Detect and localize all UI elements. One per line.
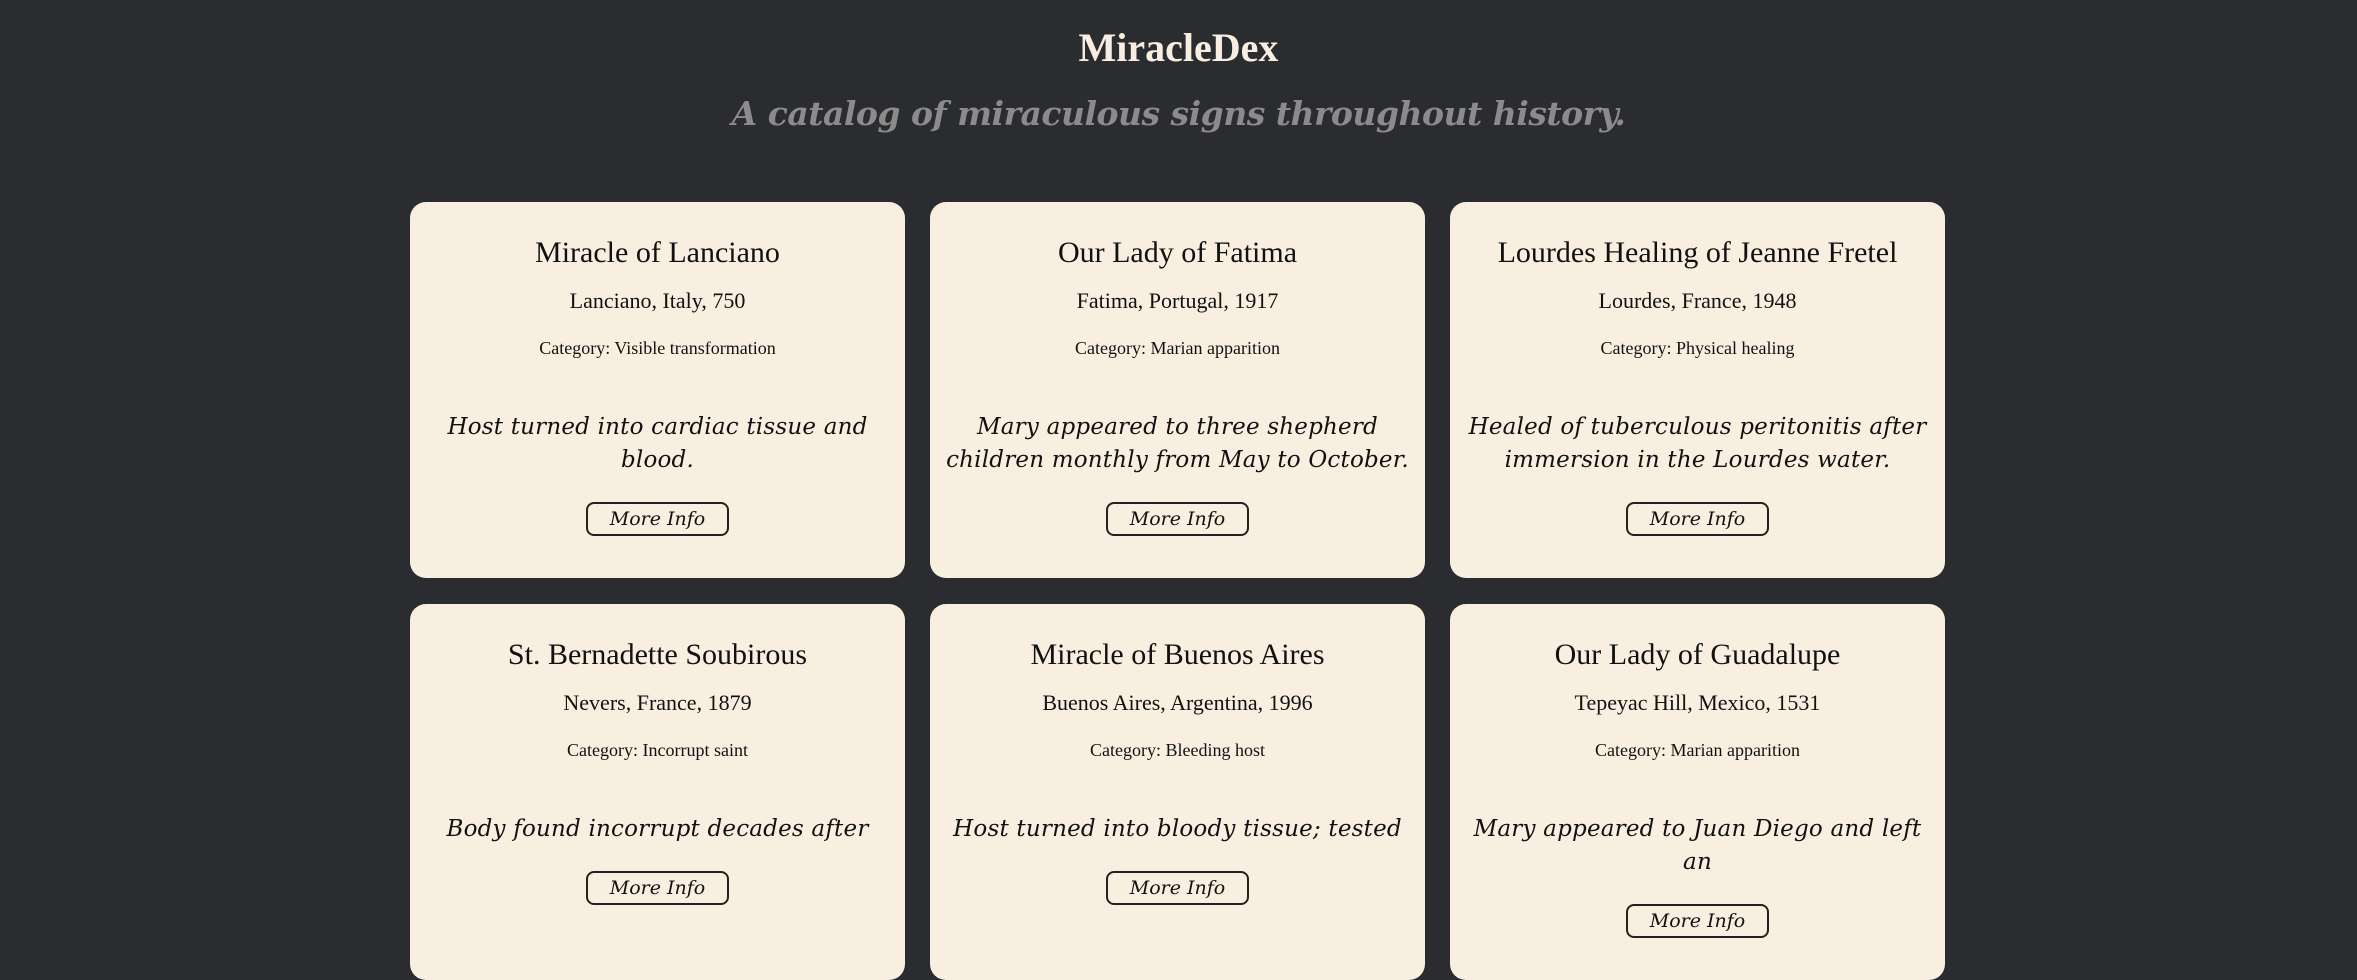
miracle-card: Our Lady of Fatima Fatima, Portugal, 191… (930, 202, 1425, 578)
more-info-button[interactable]: More Info (1105, 871, 1250, 905)
card-description: Host turned into cardiac tissue and bloo… (447, 414, 868, 473)
more-info-button[interactable]: More Info (1105, 502, 1250, 536)
more-info-button[interactable]: More Info (585, 871, 730, 905)
card-title: Our Lady of Fatima (1057, 236, 1298, 269)
card-location: Buenos Aires, Argentina, 1996 (1042, 690, 1313, 715)
card-category: Category: Visible transformation (539, 338, 776, 358)
card-location: Lourdes, France, 1948 (1598, 288, 1797, 313)
card-title: Miracle of Buenos Aires (1030, 638, 1325, 671)
miracle-card: St. Bernadette Soubirous Nevers, France,… (410, 604, 905, 980)
card-title: Miracle of Lanciano (535, 236, 780, 269)
card-description: Host turned into bloody tissue; tested (953, 816, 1402, 842)
card-category: Category: Marian apparition (1595, 740, 1800, 760)
site-title: MiracleDex (1078, 25, 1279, 70)
card-description: Healed of tuberculous peritonitis after … (1468, 414, 1927, 473)
card-description: Mary appeared to Juan Diego and left an (1473, 816, 1922, 875)
card-category: Category: Physical healing (1600, 338, 1795, 358)
card-location: Tepeyac Hill, Mexico, 1531 (1574, 690, 1821, 715)
more-info-button[interactable]: More Info (1625, 502, 1770, 536)
more-info-button[interactable]: More Info (1625, 904, 1770, 938)
card-category: Category: Bleeding host (1090, 740, 1265, 760)
more-info-button[interactable]: More Info (585, 502, 730, 536)
card-location: Lanciano, Italy, 750 (569, 288, 746, 313)
card-description: Mary appeared to three shepherd children… (946, 414, 1409, 473)
miracle-card: Miracle of Lanciano Lanciano, Italy, 750… (410, 202, 905, 578)
miracle-card: Miracle of Buenos Aires Buenos Aires, Ar… (930, 604, 1425, 980)
page-header: MiracleDex A catalog of miraculous signs… (0, 0, 2357, 134)
miracle-card: Our Lady of Guadalupe Tepeyac Hill, Mexi… (1450, 604, 1945, 980)
miracle-card-grid: Miracle of Lanciano Lanciano, Italy, 750… (410, 202, 1946, 980)
card-location: Fatima, Portugal, 1917 (1076, 288, 1279, 313)
card-title: St. Bernadette Soubirous (507, 638, 808, 671)
card-category: Category: Marian apparition (1075, 338, 1280, 358)
card-location: Nevers, France, 1879 (563, 690, 752, 715)
card-title: Lourdes Healing of Jeanne Fretel (1497, 236, 1898, 269)
card-category: Category: Incorrupt saint (567, 740, 748, 760)
card-title: Our Lady of Guadalupe (1554, 638, 1841, 671)
miracle-card: Lourdes Healing of Jeanne Fretel Lourdes… (1450, 202, 1945, 578)
card-description: Body found incorrupt decades after (446, 816, 869, 842)
site-subtitle: A catalog of miraculous signs throughout… (731, 94, 1626, 133)
